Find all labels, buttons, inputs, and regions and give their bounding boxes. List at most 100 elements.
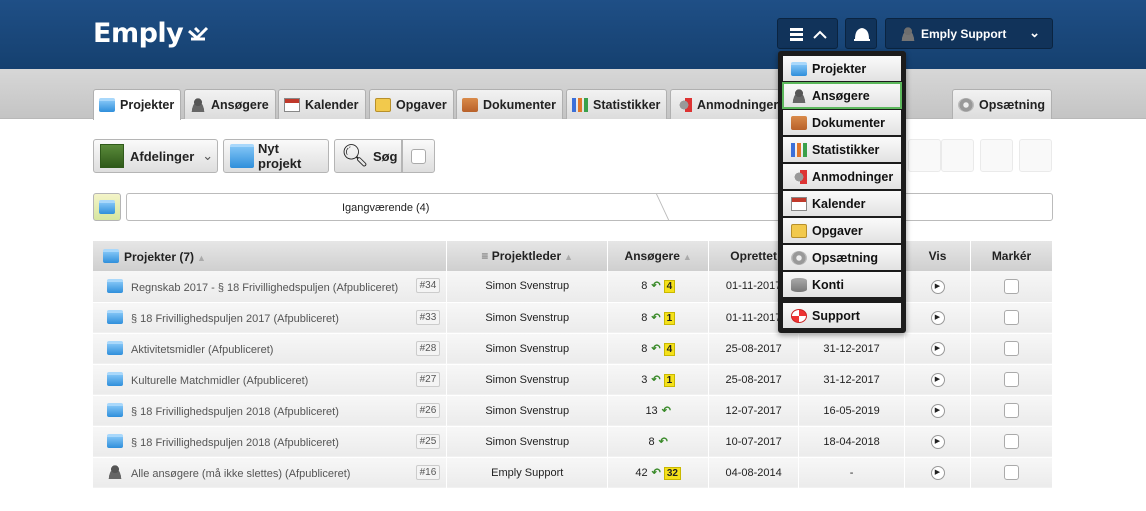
row-checkbox[interactable] (1003, 310, 1019, 325)
manager-name: Simon Svenstrup (485, 280, 570, 293)
table-row[interactable]: § 18 Frivillighedspuljen 2018 (Afpublice… (93, 395, 1054, 427)
user-menu-button[interactable]: Emply Support ⌄ (885, 18, 1053, 49)
menu-item-konti[interactable]: Konti (783, 272, 901, 297)
project-name[interactable]: § 18 Frivillighedspuljen 2018 (Afpublice… (131, 406, 339, 418)
col-projects[interactable]: Projekter (7) ▲ (93, 241, 448, 271)
deadline-date: 18-04-2018 (823, 435, 880, 448)
play-icon[interactable]: ▶ (930, 342, 945, 356)
select-cell (970, 426, 1054, 458)
applicants-cell[interactable]: 42 ↶ 32 (607, 457, 710, 489)
tab-statistikker[interactable]: Statistikker (566, 89, 668, 119)
view-cell: ▶ (904, 333, 971, 365)
tab-label: Opgaver (396, 97, 447, 112)
emply-logo[interactable]: Emply (93, 18, 209, 49)
tab-anmodninger[interactable]: Anmodninger (670, 89, 780, 119)
close-project-icon (980, 139, 1013, 172)
row-checkbox[interactable] (1003, 372, 1019, 387)
copy-icon (941, 139, 974, 172)
table-row[interactable]: § 18 Frivillighedspuljen 2018 (Afpublice… (93, 426, 1054, 458)
folder-icon (107, 278, 123, 293)
play-icon[interactable]: ▶ (930, 404, 945, 418)
row-checkbox[interactable] (1003, 278, 1019, 294)
menu-item-statistikker[interactable]: Statistikker (783, 137, 901, 162)
project-name-cell[interactable]: § 18 Frivillighedspuljen 2018 (Afpublice… (93, 395, 448, 427)
row-checkbox[interactable] (1003, 341, 1019, 356)
row-checkbox[interactable] (1003, 434, 1019, 449)
applicants-cell[interactable]: 8 ↶ 1 (607, 302, 710, 334)
project-name[interactable]: Aktivitetsmidler (Afpubliceret) (131, 344, 273, 356)
menu-item-dokumenter[interactable]: Dokumenter (783, 110, 901, 135)
project-name[interactable]: Kulturelle Matchmidler (Afpubliceret) (131, 375, 308, 387)
search-toggle[interactable] (402, 139, 435, 173)
menu-item-support[interactable]: Support (783, 303, 901, 328)
departments-dropdown[interactable]: Afdelinger ⌄ (93, 139, 218, 173)
table-row[interactable]: Kulturelle Matchmidler (Afpubliceret) #27… (93, 364, 1054, 396)
main-menu-button[interactable] (777, 18, 838, 49)
menu-item-anmodninger[interactable]: Anmodninger (783, 164, 901, 189)
applicants-cell[interactable]: 13 ↶ (607, 395, 710, 427)
search-button[interactable]: 🔍︎ Søg (334, 139, 402, 173)
applicants-cell[interactable]: 8 ↶ (607, 426, 710, 458)
col-applicants[interactable]: Ansøgere ▲ (607, 241, 710, 271)
play-icon[interactable]: ▶ (930, 311, 945, 325)
project-name-cell[interactable]: § 18 Frivillighedspuljen 2018 (Afpublice… (93, 426, 448, 458)
menu-item-projekter[interactable]: Projekter (783, 56, 901, 81)
tab-opgaver[interactable]: Opgaver (369, 89, 454, 119)
search-checkbox[interactable] (411, 148, 426, 164)
menu-item-opsaetning[interactable]: Opsætning (783, 245, 901, 270)
sort-icon: ▲ (682, 252, 692, 262)
project-name-cell[interactable]: Aktivitetsmidler (Afpubliceret) #28 (93, 333, 448, 365)
tab-label: Anmodninger (697, 97, 779, 112)
tab-opsaetning[interactable]: Opsætning (952, 89, 1052, 119)
col-label: Markér (991, 249, 1032, 263)
play-icon[interactable]: ▶ (930, 279, 945, 294)
breadcrumb-folder-button[interactable] (93, 193, 121, 221)
table-row[interactable]: Alle ansøgere (må ikke slettes) (Afpubli… (93, 457, 1054, 489)
project-name[interactable]: § 18 Frivillighedspuljen 2017 (Afpublice… (131, 313, 339, 325)
return-arrow-icon: ↶ (651, 311, 661, 324)
play-icon[interactable]: ▶ (930, 435, 945, 449)
row-checkbox[interactable] (1003, 403, 1019, 418)
sort-icon: ▲ (564, 252, 574, 262)
project-name[interactable]: § 18 Frivillighedspuljen 2018 (Afpublice… (131, 437, 339, 449)
applicants-cell[interactable]: 8 ↶ 4 (607, 333, 710, 365)
project-name-cell[interactable]: Alle ansøgere (må ikke slettes) (Afpubli… (93, 457, 448, 489)
folder-icon (99, 98, 115, 112)
project-name-cell[interactable]: Kulturelle Matchmidler (Afpubliceret) #27 (93, 364, 448, 396)
new-applicants-badge: 1 (663, 373, 676, 387)
play-icon[interactable]: ▶ (930, 373, 945, 387)
col-manager[interactable]: ≡ Projektleder ▲ (446, 241, 609, 271)
person-icon (107, 465, 123, 479)
row-checkbox[interactable] (1003, 465, 1019, 480)
select-cell (970, 271, 1054, 303)
user-avatar-icon (900, 26, 916, 41)
tab-projekter[interactable]: Projekter (93, 89, 182, 120)
tab-dokumenter[interactable]: Dokumenter (456, 89, 563, 119)
tab-kalender[interactable]: Kalender (278, 89, 366, 119)
applicants-cell[interactable]: 8 ↶ 4 (607, 271, 710, 303)
project-name-cell[interactable]: Regnskab 2017 - § 18 Frivillighedspuljen… (93, 271, 448, 303)
menu-item-kalender[interactable]: Kalender (783, 191, 901, 216)
breadcrumb-status[interactable]: Igangværende (4) (342, 202, 429, 214)
project-name[interactable]: Alle ansøgere (må ikke slettes) (Afpubli… (131, 468, 350, 480)
menu-label: Projekter (812, 61, 867, 76)
table-row[interactable]: § 18 Frivillighedspuljen 2017 (Afpublice… (93, 302, 1054, 334)
table-row[interactable]: Regnskab 2017 - § 18 Frivillighedspuljen… (93, 271, 1054, 303)
project-name-cell[interactable]: § 18 Frivillighedspuljen 2017 (Afpublice… (93, 302, 448, 334)
created-date: 25-08-2017 (725, 342, 782, 355)
select-cell (970, 395, 1054, 427)
select-cell (970, 364, 1054, 396)
applicants-cell[interactable]: 3 ↶ 1 (607, 364, 710, 396)
tab-ansogere[interactable]: Ansøgere (184, 89, 276, 119)
project-name[interactable]: Regnskab 2017 - § 18 Frivillighedspuljen… (131, 282, 398, 294)
view-cell: ▶ (904, 457, 971, 489)
deadline-cell: 18-04-2018 (798, 426, 906, 458)
col-label: Oprettet (730, 249, 777, 263)
menu-item-opgaver[interactable]: Opgaver (783, 218, 901, 243)
table-row[interactable]: Aktivitetsmidler (Afpubliceret) #28 Simon … (93, 333, 1054, 365)
new-project-button[interactable]: Nyt projekt (223, 139, 329, 173)
play-icon[interactable]: ▶ (930, 466, 945, 480)
notifications-button[interactable] (845, 18, 877, 49)
emply-logo-mark-icon (188, 26, 209, 41)
menu-item-ansogere[interactable]: Ansøgere (782, 82, 902, 109)
